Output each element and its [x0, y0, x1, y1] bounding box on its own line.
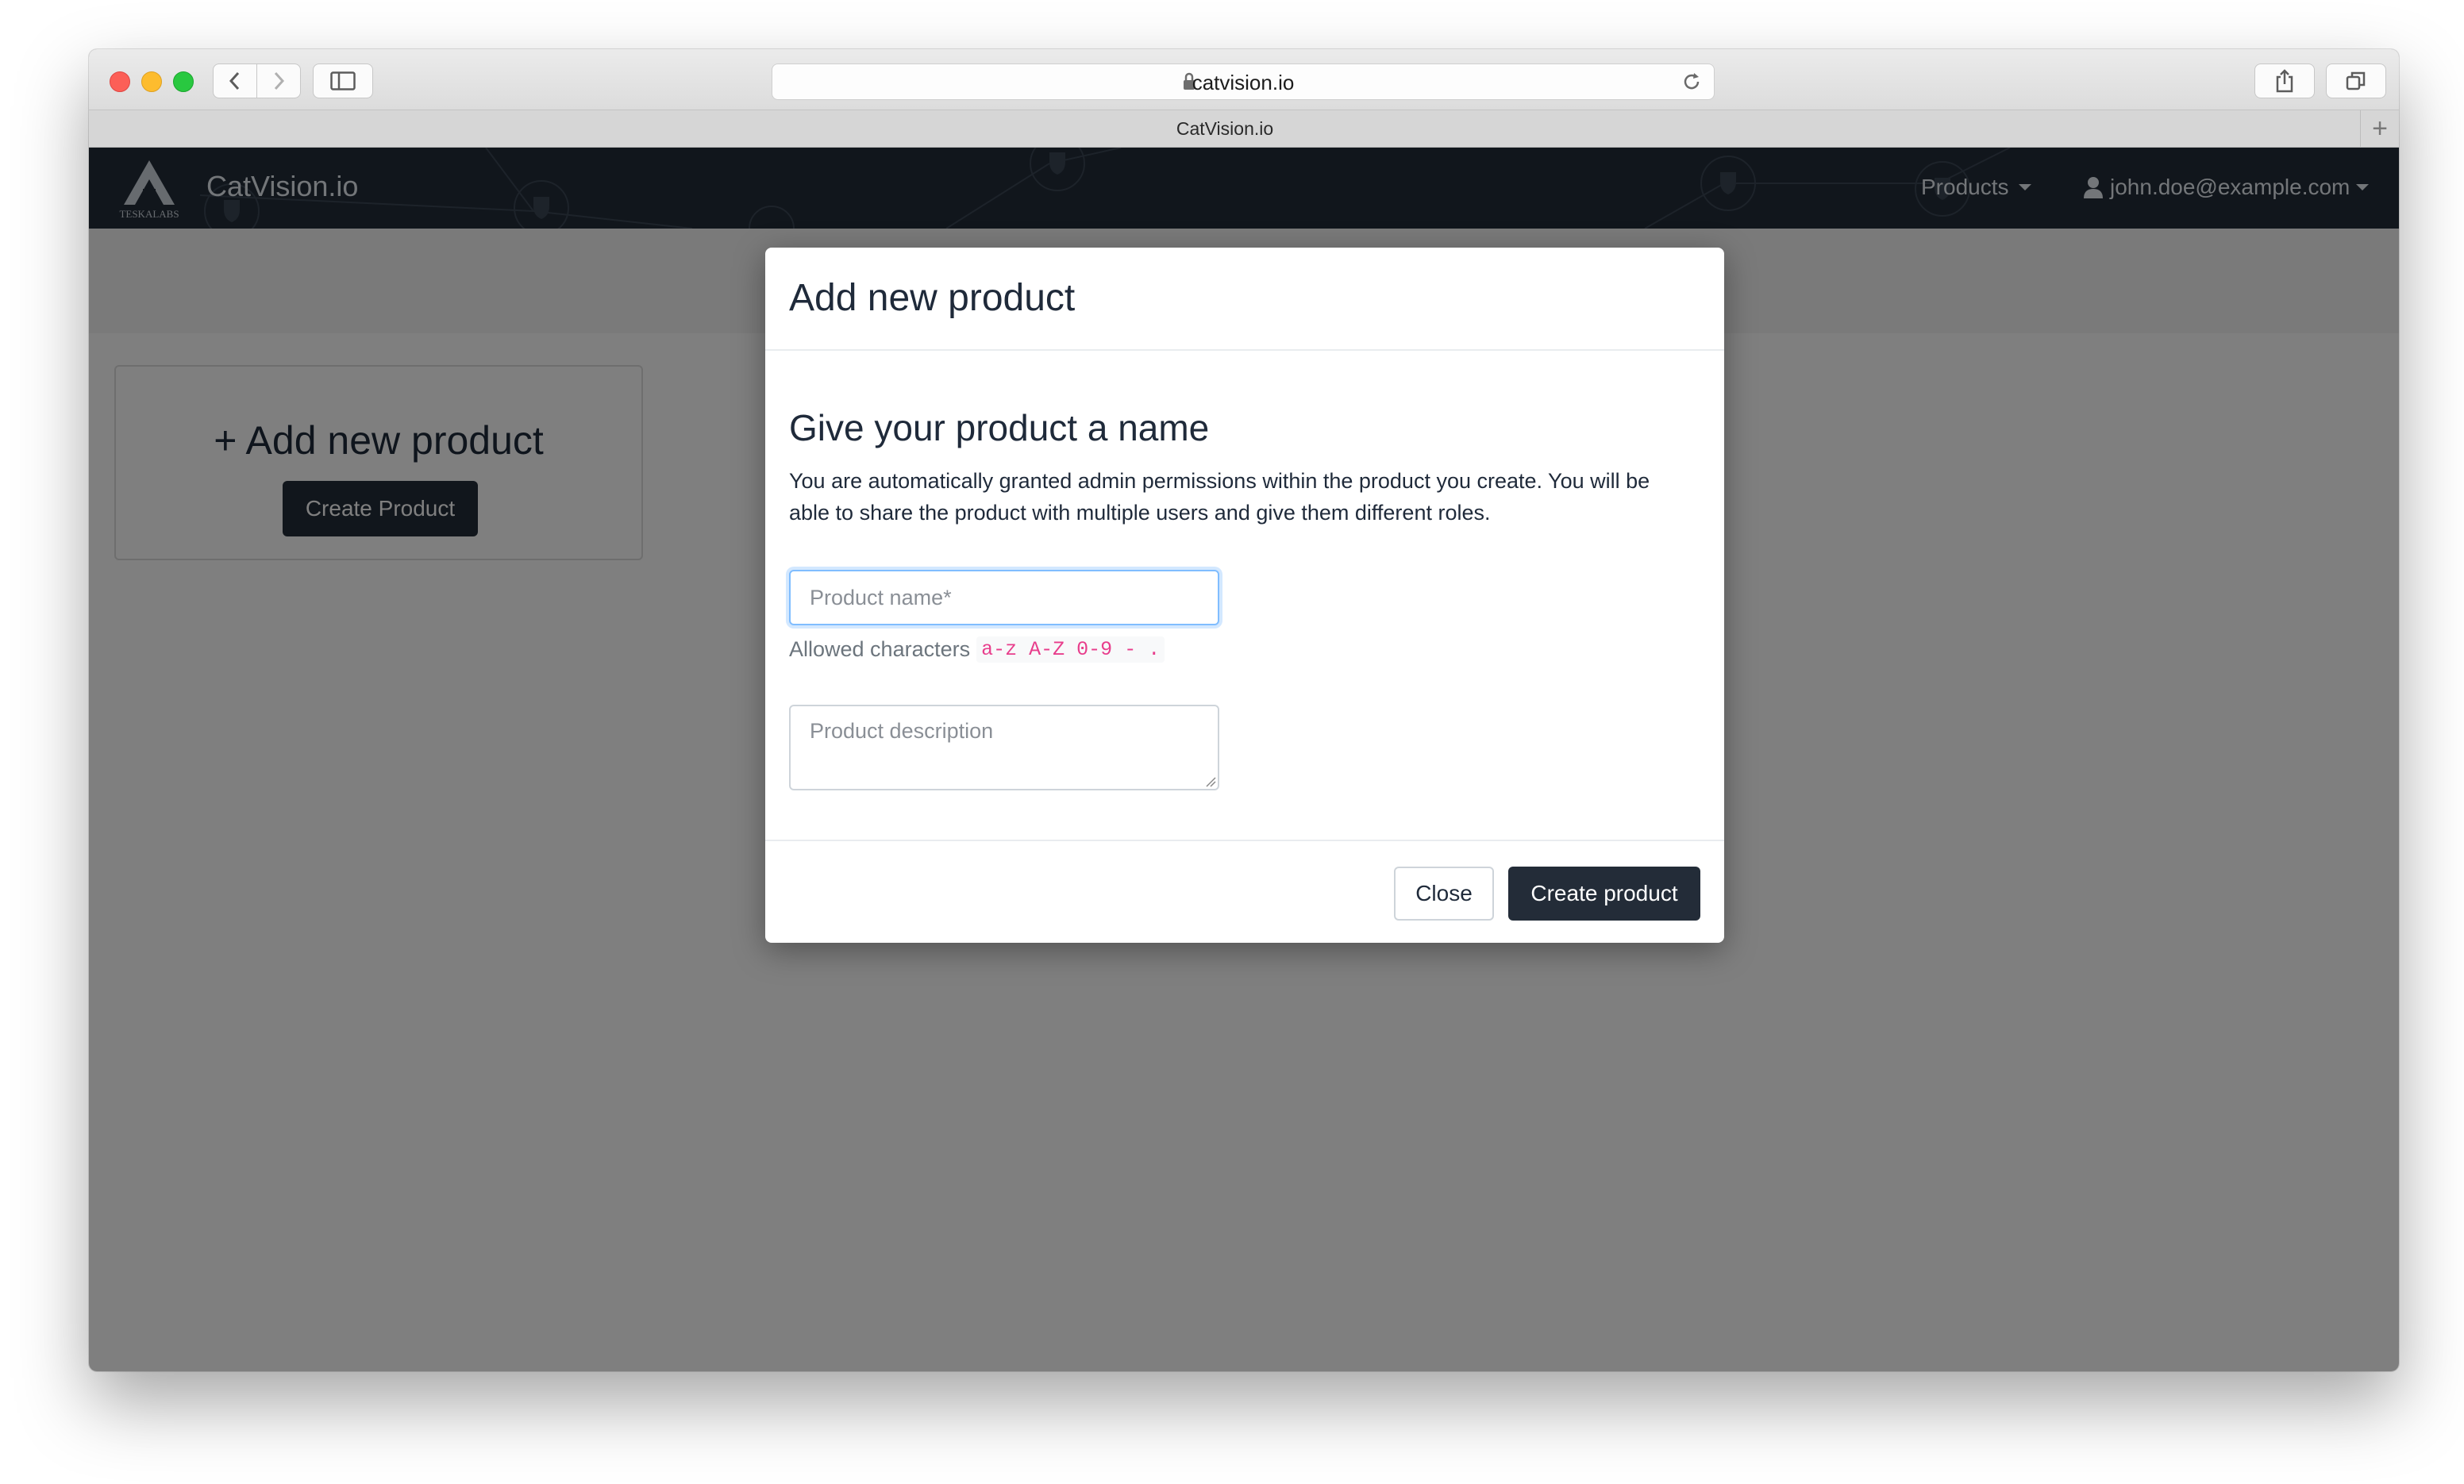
reload-icon[interactable]	[1681, 71, 1703, 93]
chevron-left-icon	[229, 71, 240, 90]
section-title: Give your product a name	[789, 407, 1210, 448]
create-product-button[interactable]: Create product	[1508, 867, 1700, 921]
modal-header: Add new product	[765, 248, 1724, 351]
add-product-modal: Add new product Give your product a name…	[765, 248, 1724, 943]
product-description-input[interactable]	[789, 705, 1219, 790]
allowed-characters-code: a-z A-Z 0-9 - .	[976, 636, 1165, 663]
code-dash: -	[1124, 638, 1137, 661]
modal-footer: Close Create product	[765, 840, 1724, 943]
window-close-button[interactable]	[110, 71, 130, 92]
help-prefix: Allowed characters	[789, 637, 971, 661]
show-tabs-button[interactable]	[2326, 63, 2386, 98]
new-tab-button[interactable]: +	[2360, 110, 2399, 147]
tabs-icon	[2346, 71, 2366, 90]
code-digits: 0-9	[1076, 638, 1113, 661]
close-button[interactable]: Close	[1394, 867, 1494, 921]
share-icon	[2276, 69, 2293, 93]
allowed-characters-help: Allowed characters a-z A-Z 0-9 - .	[789, 636, 1165, 663]
browser-toolbar: catvision.io	[89, 49, 2399, 110]
modal-body: Give your product a name You are automat…	[765, 351, 1724, 840]
plus-icon: +	[2372, 113, 2388, 144]
section-description: You are automatically granted admin perm…	[789, 469, 1650, 525]
tab-catvision[interactable]: CatVision.io	[89, 118, 2361, 140]
chevron-right-icon	[274, 71, 285, 90]
share-button[interactable]	[2254, 63, 2315, 98]
browser-window: catvision.io CatVision.io + Add new prod…	[89, 49, 2399, 1371]
sidebar-toggle-button[interactable]	[313, 63, 373, 98]
modal-title: Add new product	[789, 277, 1076, 319]
resize-grip-icon[interactable]	[1205, 776, 1216, 787]
product-name-input[interactable]	[789, 570, 1219, 625]
code-lowercase: a-z	[981, 638, 1018, 661]
url-text: catvision.io	[1192, 71, 1295, 94]
back-button[interactable]	[213, 63, 257, 98]
tab-bar: CatVision.io +	[89, 110, 2399, 148]
page-viewport: TESKALABS CatVision.io Products john.doe…	[89, 148, 2399, 1371]
window-zoom-button[interactable]	[173, 71, 194, 92]
code-dot: .	[1148, 638, 1161, 661]
sidebar-icon	[330, 71, 356, 90]
forward-button[interactable]	[256, 63, 301, 98]
code-uppercase: A-Z	[1029, 638, 1065, 661]
window-minimize-button[interactable]	[141, 71, 162, 92]
address-bar[interactable]: catvision.io	[772, 63, 1715, 100]
